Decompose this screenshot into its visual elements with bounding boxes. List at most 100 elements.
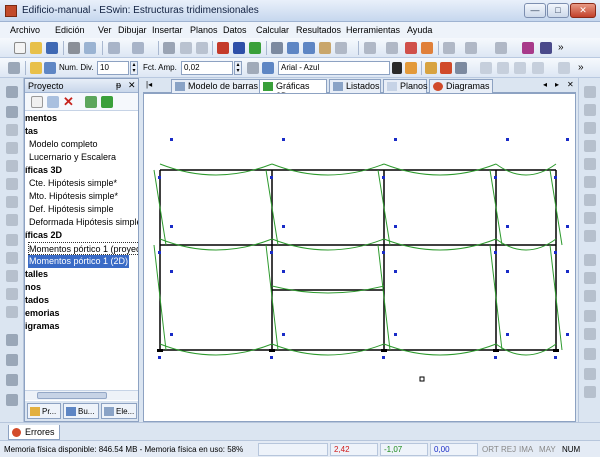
edit-icon[interactable]: [584, 386, 596, 398]
highlight-icon[interactable]: [30, 62, 42, 74]
sum-selection-icon[interactable]: [233, 42, 245, 54]
prev-tab-arrow[interactable]: ◂: [543, 80, 547, 89]
menu-planos[interactable]: Planos: [190, 25, 218, 35]
calendar-icon[interactable]: [247, 62, 259, 74]
tree-item[interactable]: igramas: [25, 320, 60, 333]
flag-may[interactable]: MAY: [539, 445, 556, 454]
menu-edicion[interactable]: Edición: [55, 25, 85, 35]
tab-search[interactable]: Bu...: [63, 403, 99, 419]
menu-resultados[interactable]: Resultados: [296, 25, 341, 35]
view-icon[interactable]: [584, 212, 596, 224]
grid-icon[interactable]: [364, 42, 376, 54]
fct-amp-input[interactable]: 0,02: [181, 61, 233, 75]
table-icon[interactable]: [558, 62, 570, 74]
new-item-icon[interactable]: [31, 96, 43, 108]
tree-item[interactable]: nos: [25, 281, 41, 294]
flag-rej[interactable]: REJ: [501, 445, 516, 454]
mesh-icon[interactable]: [386, 42, 398, 54]
rotate-icon[interactable]: [584, 86, 596, 98]
view-icon[interactable]: [584, 272, 596, 284]
diagram-icon[interactable]: [44, 62, 56, 74]
open-folder-icon[interactable]: [30, 42, 42, 54]
drawing-canvas[interactable]: [143, 93, 576, 422]
menu-datos[interactable]: Datos: [223, 25, 247, 35]
text-icon[interactable]: [262, 62, 274, 74]
paste-format-icon[interactable]: [425, 62, 437, 74]
tree-item[interactable]: Momentos pórtico 1 (proyec: [28, 242, 138, 255]
bar-tool-icon[interactable]: [6, 214, 18, 226]
zoom-out-icon[interactable]: [303, 42, 315, 54]
axes-icon[interactable]: [443, 42, 455, 54]
scroll-thumb[interactable]: [37, 392, 107, 399]
sum-icon[interactable]: [217, 42, 229, 54]
minimize-button[interactable]: —: [524, 3, 546, 18]
paste-icon[interactable]: [196, 42, 208, 54]
tree-item[interactable]: Def. Hipótesis simple: [29, 203, 114, 216]
brush-icon[interactable]: [584, 348, 596, 360]
cut-icon[interactable]: [163, 42, 175, 54]
line-tool-icon[interactable]: [6, 252, 18, 264]
tree-item[interactable]: Modelo completo: [29, 138, 98, 151]
menu-ayuda[interactable]: Ayuda: [407, 25, 432, 35]
fill-color-icon[interactable]: [405, 62, 417, 74]
flag-ima[interactable]: IMA: [519, 445, 533, 454]
refresh-icon[interactable]: [101, 96, 113, 108]
menu-archivo[interactable]: Archivo: [10, 25, 40, 35]
tab-listados[interactable]: Listados: [329, 79, 381, 93]
chevron-right-icon[interactable]: »: [558, 42, 570, 54]
pin-icon[interactable]: ᵽ: [116, 80, 121, 90]
properties-icon[interactable]: [47, 96, 59, 108]
format-icon[interactable]: [8, 62, 20, 74]
fct-amp-spinner[interactable]: ▴ ▾: [234, 61, 242, 75]
zoom-in-icon[interactable]: [287, 42, 299, 54]
menu-dibujar[interactable]: Dibujar: [118, 25, 147, 35]
move-icon[interactable]: [495, 42, 507, 54]
layer-tool-icon[interactable]: [6, 394, 18, 406]
tree-item[interactable]: Deformada Hipótesis simple: [29, 216, 138, 229]
delete-icon[interactable]: ✕: [63, 95, 75, 108]
search-icon[interactable]: [271, 42, 283, 54]
pan-hand-icon[interactable]: [319, 42, 331, 54]
layer-tool-icon[interactable]: [6, 106, 18, 118]
pencil-tool-icon[interactable]: [6, 288, 18, 300]
next-tab-arrow[interactable]: ▸: [555, 80, 559, 89]
snap-icon[interactable]: [465, 42, 477, 54]
save-icon[interactable]: [46, 42, 58, 54]
text-tool-icon[interactable]: [584, 230, 596, 242]
tab-graficas-2d[interactable]: Gráficas 2D: [259, 79, 327, 101]
view-icon[interactable]: [584, 122, 596, 134]
select-tool-icon[interactable]: [6, 124, 18, 136]
tab-diagramas[interactable]: Diagramas: [429, 79, 493, 93]
tree-item[interactable]: talles: [25, 268, 48, 281]
close-doc-icon[interactable]: ✕: [567, 80, 574, 89]
print-icon[interactable]: [68, 42, 80, 54]
pencil-icon[interactable]: [405, 42, 417, 54]
view-icon[interactable]: [584, 254, 596, 266]
tree-item[interactable]: Lucernario y Escalera: [29, 151, 116, 164]
layer-tool-icon[interactable]: [6, 354, 18, 366]
redo-icon[interactable]: [132, 42, 144, 54]
rotate-icon[interactable]: [584, 104, 596, 116]
copy-icon[interactable]: [180, 42, 192, 54]
new-file-icon[interactable]: [14, 42, 26, 54]
flag-ort[interactable]: ORT: [482, 445, 499, 454]
color-box-icon[interactable]: [455, 62, 467, 74]
first-tab-arrow[interactable]: |◂: [146, 80, 152, 89]
line-tool-icon[interactable]: [6, 234, 18, 246]
layer-tool-icon[interactable]: [6, 86, 18, 98]
layer-tool-icon[interactable]: [6, 374, 18, 386]
export-icon[interactable]: [85, 96, 97, 108]
node-tool-icon[interactable]: [6, 160, 18, 172]
layer-tool-icon[interactable]: [6, 334, 18, 346]
align-left-icon[interactable]: [480, 62, 492, 74]
undo-icon[interactable]: [108, 42, 120, 54]
distribute-icon[interactable]: [532, 62, 544, 74]
eraser-tool-icon[interactable]: [6, 306, 18, 318]
palette-icon[interactable]: [540, 42, 552, 54]
chevron-down-icon[interactable]: [392, 62, 402, 74]
view-icon[interactable]: [584, 158, 596, 170]
node-tool-icon[interactable]: [6, 178, 18, 190]
tab-project[interactable]: Pr...: [27, 403, 61, 419]
tab-errores[interactable]: Errores: [8, 425, 60, 440]
close-icon[interactable]: ✕: [128, 80, 136, 91]
